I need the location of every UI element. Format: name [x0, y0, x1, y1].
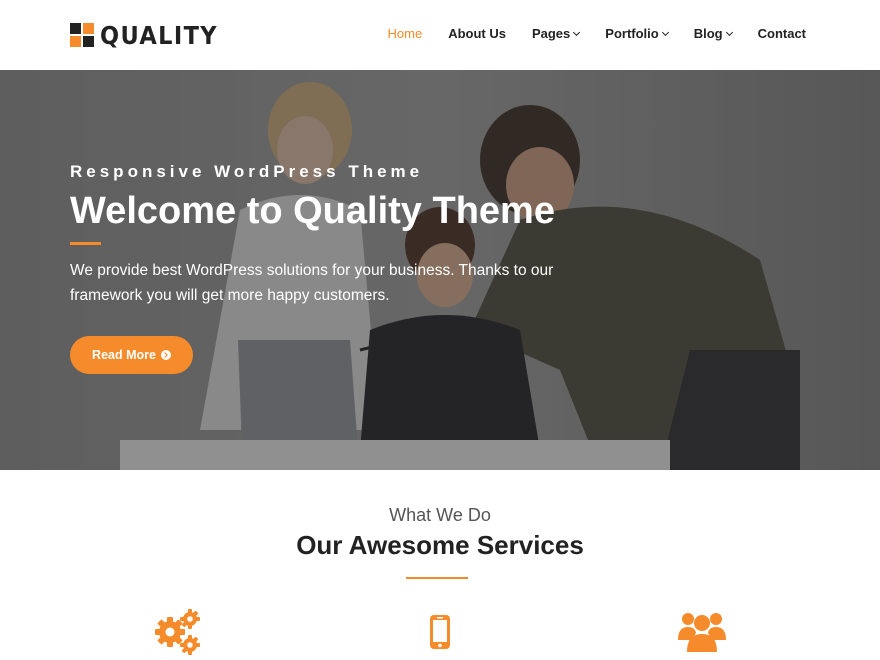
nav-item-label: Contact — [757, 26, 806, 41]
chevron-down-icon — [573, 28, 581, 36]
brand-name: QUALITY — [100, 20, 218, 50]
services-title-bold: Awesome — [348, 530, 470, 560]
hero-title: Welcome to Quality Theme — [70, 190, 555, 232]
nav-item-blog[interactable]: Blog — [693, 26, 733, 41]
nav-item-label: Blog — [693, 26, 723, 41]
nav-item-home[interactable]: Home — [388, 26, 423, 41]
gears-icon — [155, 609, 200, 655]
mobile-phone-icon — [430, 615, 450, 649]
services-title: Our Awesome Services — [0, 530, 880, 561]
read-more-button[interactable]: Read More — [70, 336, 193, 374]
site-logo[interactable]: QUALITY — [70, 20, 231, 50]
services-subtitle: What We Do — [389, 505, 491, 525]
users-icon — [678, 613, 726, 652]
hero-tagline: Responsive WordPress Theme — [70, 162, 424, 181]
chevron-down-icon — [725, 28, 733, 36]
hero-description: We provide best WordPress solutions for … — [70, 262, 554, 304]
services-title-suffix: Services — [469, 530, 584, 560]
main-nav: Home About Us Pages Portfolio Blog Conta… — [362, 26, 807, 41]
hero-banner: Responsive WordPress Theme Welcome to Qu… — [0, 70, 880, 470]
nav-item-about-us[interactable]: About Us — [448, 26, 506, 41]
hero-divider — [70, 242, 101, 245]
nav-item-label: About Us — [448, 26, 506, 41]
nav-item-label: Portfolio — [605, 26, 659, 41]
nav-item-contact[interactable]: Contact — [758, 26, 806, 41]
chevron-down-icon — [661, 28, 669, 36]
nav-item-label: Home — [387, 26, 423, 41]
services-title-prefix: Our — [296, 530, 349, 560]
nav-item-pages[interactable]: Pages — [531, 26, 581, 41]
services-divider — [406, 577, 468, 579]
site-header: QUALITY Home About Us Pages Portfolio Bl… — [0, 0, 880, 70]
nav-item-label: Pages — [531, 26, 571, 41]
read-more-label: Read More — [92, 348, 156, 362]
chevron-circle-right-icon — [160, 350, 171, 360]
nav-item-portfolio[interactable]: Portfolio — [605, 26, 669, 41]
logo-squares-icon — [70, 23, 94, 47]
